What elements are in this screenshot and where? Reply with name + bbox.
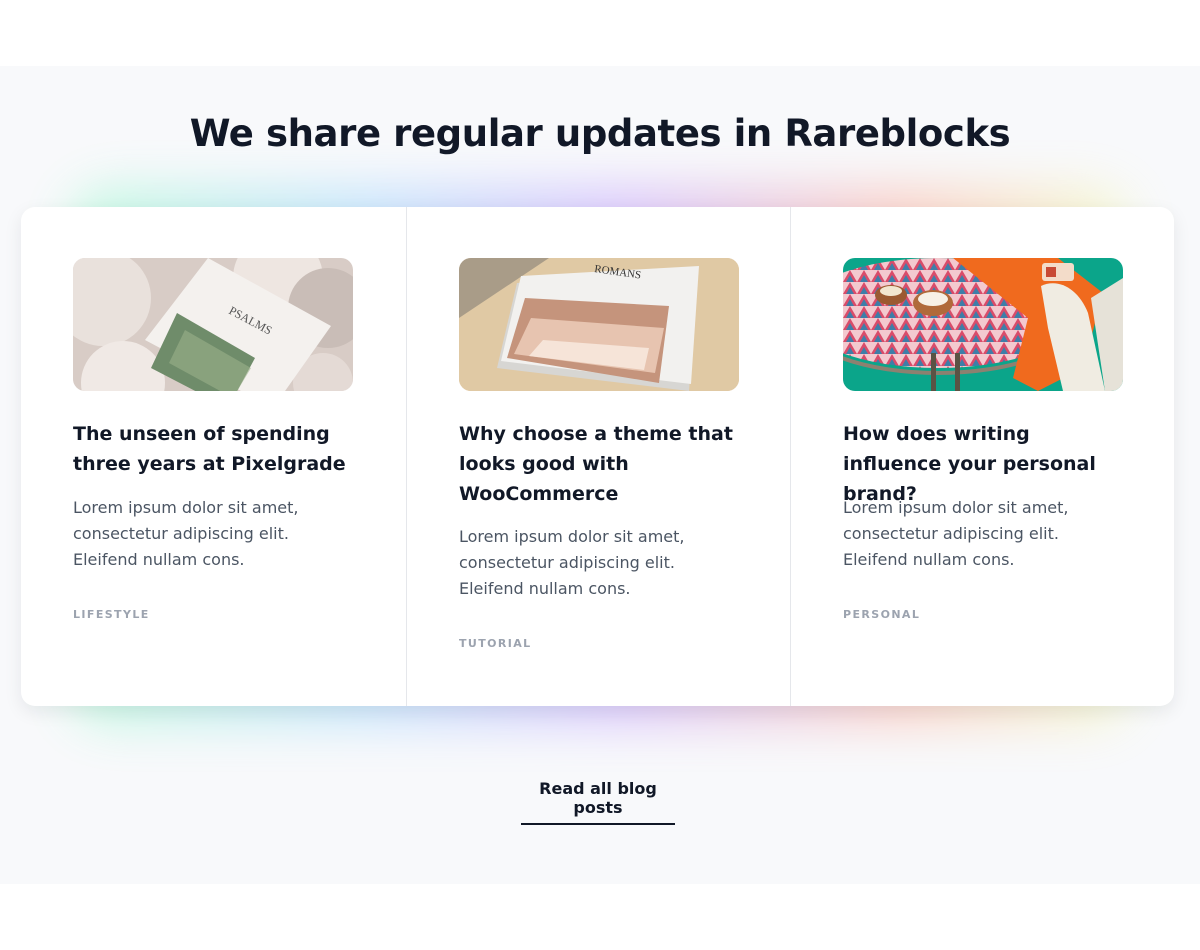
post-thumbnail-psalms-book[interactable]: PSALMS <box>73 258 353 391</box>
section-heading: We share regular updates in Rareblocks <box>189 112 1011 155</box>
psalms-book-illustration: PSALMS <box>73 258 353 391</box>
blog-card-2[interactable]: ROMANS Why choose a theme that looks goo… <box>407 207 791 706</box>
post-title[interactable]: The unseen of spending three years at Pi… <box>73 419 363 479</box>
post-thumbnail-cafe-table[interactable] <box>843 258 1123 391</box>
read-all-posts-link[interactable]: Read all blog posts <box>521 779 675 825</box>
post-category[interactable]: PERSONAL <box>843 608 920 621</box>
romans-book-illustration: ROMANS <box>459 258 739 391</box>
post-excerpt: Lorem ipsum dolor sit amet, consectetur … <box>843 498 1069 569</box>
blog-card-1[interactable]: PSALMS The unseen of spending three year… <box>21 207 407 706</box>
post-excerpt: Lorem ipsum dolor sit amet, consectetur … <box>73 498 299 569</box>
post-category[interactable]: LIFESTYLE <box>73 608 150 621</box>
post-category[interactable]: TUTORIAL <box>459 637 532 650</box>
cafe-table-illustration <box>843 258 1123 391</box>
blog-card-3[interactable]: How does writing influence your personal… <box>791 207 1174 706</box>
post-excerpt: Lorem ipsum dolor sit amet, consectetur … <box>459 527 685 598</box>
post-thumbnail-romans-book[interactable]: ROMANS <box>459 258 739 391</box>
post-title[interactable]: Why choose a theme that looks good with … <box>459 419 749 509</box>
blog-card-grid: PSALMS The unseen of spending three year… <box>21 207 1174 706</box>
